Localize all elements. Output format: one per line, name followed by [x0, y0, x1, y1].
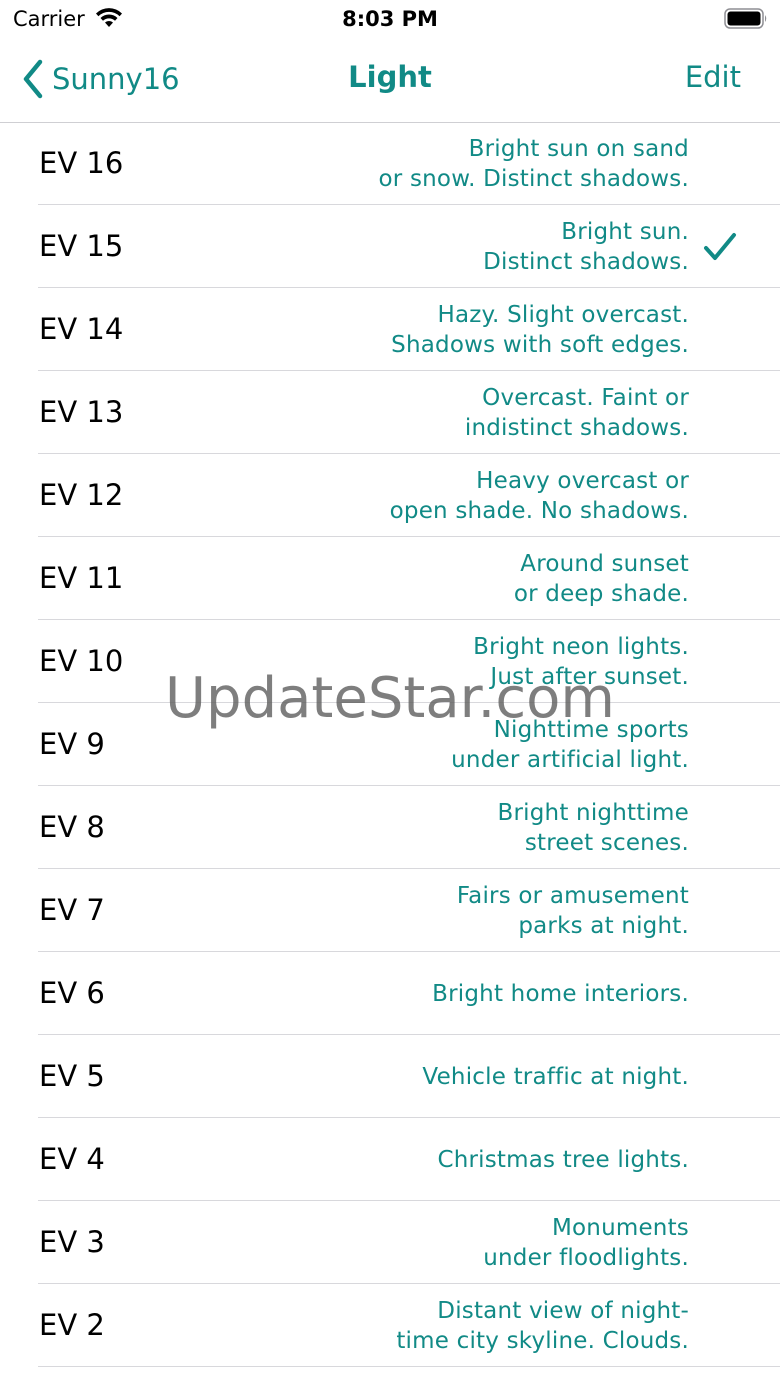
ev-label: EV 11: [39, 561, 124, 595]
light-description: Overcast. Faint or indistinct shadows.: [465, 371, 689, 454]
list-item[interactable]: EV 16 Bright sun on sand or snow. Distinct…: [0, 122, 780, 205]
light-description: Distant view of night-time city skyline.…: [396, 1284, 689, 1367]
description-line-1: Distant view of night-: [437, 1297, 689, 1324]
ev-label: EV 12: [39, 478, 124, 512]
light-description: Around sunset or deep shade.: [514, 537, 689, 620]
description-line-1: Bright home interiors.: [432, 980, 689, 1007]
description-line-2: under floodlights.: [483, 1244, 689, 1271]
light-description: Bright sun on sand or snow. Distinct shad…: [379, 122, 689, 205]
description-line-1: Vehicle traffic at night.: [422, 1063, 689, 1090]
description-line-1: Hazy. Slight overcast.: [437, 301, 689, 328]
description-line-1: Around sunset: [520, 550, 689, 577]
light-description: Fairs or amusement parks at night.: [457, 869, 689, 952]
list-item[interactable]: EV 5 Vehicle traffic at night.: [0, 1035, 780, 1118]
light-description: Hazy. Slight overcast. Shadows with soft …: [391, 288, 689, 371]
light-description: Vehicle traffic at night.: [422, 1035, 689, 1118]
light-description: Christmas tree lights.: [437, 1118, 689, 1201]
edit-button[interactable]: Edit: [685, 60, 741, 94]
description-line-2: or snow. Distinct shadows.: [378, 165, 689, 192]
ev-label: EV 5: [39, 1059, 105, 1093]
description-line-2: indistinct shadows.: [464, 414, 689, 441]
light-description: Distant view of: [513, 1367, 689, 1387]
description-line-2: under artificial light.: [451, 746, 689, 773]
ev-label: EV 13: [39, 395, 124, 429]
description-line-1: Monuments: [551, 1214, 689, 1241]
list-item[interactable]: EV 10 Bright neon lights. Just after sunse…: [0, 620, 780, 703]
list-item[interactable]: EV 8 Bright nighttime street scenes.: [0, 786, 780, 869]
light-description: Heavy overcast or open shade. No shadows.: [390, 454, 689, 537]
description-line-2: parks at night.: [518, 912, 689, 939]
list-item[interactable]: EV 3 Monuments under floodlights.: [0, 1201, 780, 1284]
description-line-1: Fairs or amusement: [456, 882, 689, 909]
description-line-1: Bright sun on sand: [468, 135, 689, 162]
light-description: Bright nighttime street scenes.: [498, 786, 689, 869]
description-line-2: time city skyline. Clouds.: [396, 1327, 689, 1354]
list-item[interactable]: EV 12 Heavy overcast or open shade. No sha…: [0, 454, 780, 537]
list-item[interactable]: EV 11 Around sunset or deep shade.: [0, 537, 780, 620]
list-item[interactable]: Distant view of: [0, 1367, 780, 1387]
ev-label: EV 6: [39, 976, 105, 1010]
description-line-1: Overcast. Faint or: [482, 384, 689, 411]
ev-label: EV 7: [39, 893, 105, 927]
list-item[interactable]: EV 9 Nighttime sports under artificial lig…: [0, 703, 780, 786]
description-line-1: Nighttime sports: [493, 716, 689, 743]
status-bar: Carrier 8:03 PM: [0, 0, 780, 40]
ev-label: EV 14: [39, 312, 124, 346]
ev-label: EV 8: [39, 810, 105, 844]
list-item[interactable]: EV 4 Christmas tree lights.: [0, 1118, 780, 1201]
description-line-1: Christmas tree lights.: [437, 1146, 689, 1173]
ev-label: EV 4: [39, 1142, 105, 1176]
checkmark-icon: [704, 233, 736, 260]
list-item[interactable]: EV 15 Bright sun. Distinct shadows.: [0, 205, 780, 288]
ev-label: EV 2: [39, 1308, 105, 1342]
ev-list: EV 16 Bright sun on sand or snow. Distinct…: [0, 122, 780, 1387]
list-item[interactable]: EV 13 Overcast. Faint or indistinct shadow…: [0, 371, 780, 454]
description-line-2: Distinct shadows.: [483, 248, 689, 275]
clock: 8:03 PM: [342, 7, 438, 31]
navigation-bar: Sunny16 Light Edit: [0, 40, 780, 123]
description-line-1: Bright sun.: [561, 218, 689, 245]
description-line-2: street scenes.: [524, 829, 689, 856]
light-description: Bright home interiors.: [432, 952, 689, 1035]
description-line-1: Bright nighttime: [497, 799, 689, 826]
light-description: Bright sun. Distinct shadows.: [483, 205, 689, 288]
light-description: Monuments under floodlights.: [483, 1201, 689, 1284]
screen: Carrier 8:03 PM Sunny16 Light Edit EV 16…: [0, 0, 780, 1387]
ev-label: EV 10: [39, 644, 124, 678]
ev-label: EV 9: [39, 727, 105, 761]
light-description: Nighttime sports under artificial light.: [451, 703, 689, 786]
description-line-2: Just after sunset.: [490, 663, 689, 690]
ev-label: EV 3: [39, 1225, 105, 1259]
ev-label: EV 16: [39, 146, 124, 180]
description-line-1: Heavy overcast or: [476, 467, 689, 494]
light-description: Bright neon lights. Just after sunset.: [473, 620, 689, 703]
ev-label: EV 15: [39, 229, 124, 263]
list-item[interactable]: EV 14 Hazy. Slight overcast. Shadows with …: [0, 288, 780, 371]
list-item[interactable]: EV 6 Bright home interiors.: [0, 952, 780, 1035]
description-line-2: Shadows with soft edges.: [391, 331, 689, 358]
description-line-2: or deep shade.: [513, 580, 689, 607]
list-item[interactable]: EV 2 Distant view of night-time city skyl…: [0, 1284, 780, 1367]
battery-icon: [724, 8, 767, 29]
description-line-2: open shade. No shadows.: [389, 497, 689, 524]
list-item[interactable]: EV 7 Fairs or amusement parks at night.: [0, 869, 780, 952]
description-line-1: Bright neon lights.: [473, 633, 689, 660]
page-title: Light: [348, 60, 432, 94]
